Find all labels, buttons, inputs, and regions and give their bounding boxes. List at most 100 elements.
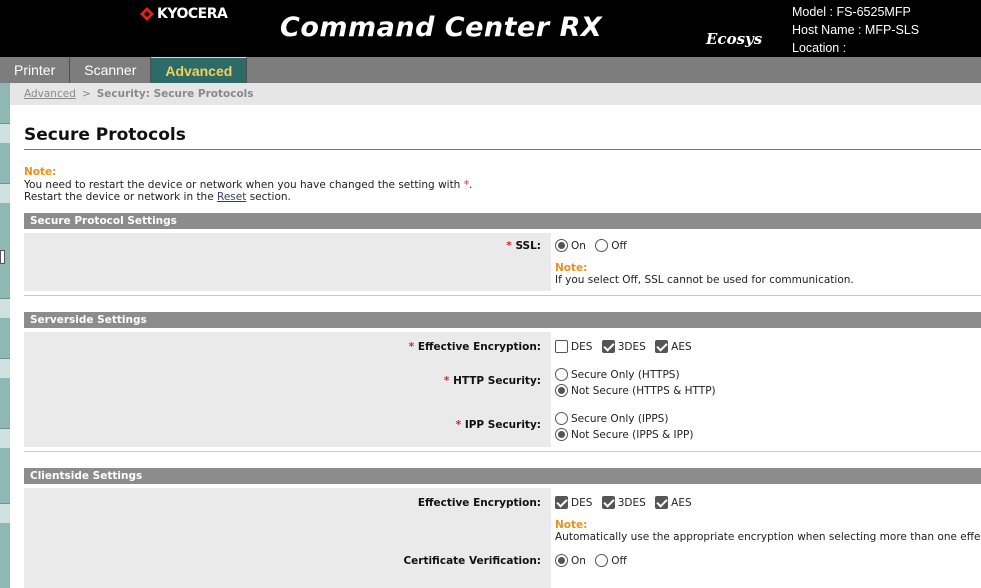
radio-selected-icon — [555, 239, 568, 252]
radio-unselected-icon — [555, 412, 568, 425]
ssl-off-radio[interactable]: Off — [595, 239, 627, 252]
ecosys-logo: Ecosys — [706, 30, 763, 48]
ipp-secure-only-label: Secure Only (IPPS) — [571, 412, 669, 425]
side-nav-item[interactable] — [0, 503, 10, 523]
checkbox-checked-icon — [655, 340, 669, 353]
required-mark: * — [455, 419, 462, 431]
http-not-secure-label: Not Secure (HTTPS & HTTP) — [571, 384, 716, 397]
tab-advanced[interactable]: Advanced — [151, 57, 248, 83]
ssl-label-text: SSL: — [515, 240, 541, 252]
ipp-security-label-text: IPP Security: — [464, 419, 541, 431]
side-nav-item[interactable] — [0, 123, 10, 143]
side-nav-handle[interactable] — [0, 250, 5, 264]
title-divider — [24, 149, 981, 150]
server-des-checkbox[interactable]: DES — [555, 340, 592, 353]
required-mark: * — [443, 375, 450, 387]
ssl-note-text: If you select Off, SSL cannot be used fo… — [555, 274, 854, 286]
cert-on-label: On — [571, 554, 586, 567]
ssl-off-label: Off — [611, 239, 627, 252]
client-note-label: Note: — [555, 519, 588, 531]
client-des-checkbox[interactable]: DES — [555, 496, 592, 509]
http-not-secure-radio[interactable]: Not Secure (HTTPS & HTTP) — [555, 384, 716, 397]
ipp-secure-only-radio[interactable]: Secure Only (IPPS) — [555, 412, 693, 425]
radio-selected-icon — [555, 554, 568, 567]
required-mark: * — [506, 240, 512, 252]
required-mark: * — [408, 341, 415, 353]
tab-printer[interactable]: Printer — [0, 57, 71, 83]
checkbox-checked-icon — [555, 496, 568, 509]
serverside-label-cell: * Effective Encryption: * HTTP Security:… — [24, 332, 551, 447]
http-security-options: Secure Only (HTTPS) Not Secure (HTTPS & … — [555, 368, 722, 397]
radio-selected-icon — [555, 384, 568, 397]
note-text: You need to restart the device or networ… — [24, 178, 461, 191]
main-tabs: Printer Scanner Advanced — [0, 57, 981, 83]
client-encryption-label: Effective Encryption: — [417, 497, 541, 509]
http-security-label-text: HTTP Security: — [453, 375, 541, 387]
ssl-label: * SSL: — [506, 240, 541, 252]
server-des-label: DES — [571, 340, 593, 353]
reset-link[interactable]: Reset — [217, 191, 246, 203]
ssl-on-radio[interactable]: On — [555, 239, 586, 252]
kyocera-mark-icon — [140, 7, 154, 21]
server-encryption-options: DES 3DES AES — [555, 340, 698, 356]
client-aes-checkbox[interactable]: AES — [655, 496, 692, 509]
radio-unselected-icon — [555, 368, 568, 381]
section-header-serverside: Serverside Settings — [24, 312, 981, 328]
section-header-clientside: Clientside Settings — [24, 468, 981, 484]
client-3des-checkbox[interactable]: 3DES — [601, 496, 646, 509]
device-host-name: Host Name : MFP-SLS — [792, 23, 920, 37]
radio-unselected-icon — [595, 554, 609, 567]
server-aes-label: AES — [671, 340, 692, 353]
client-aes-label: AES — [671, 496, 692, 509]
device-info: Model : FS-6525MFP Host Name : MFP-SLS L… — [792, 3, 919, 57]
side-nav-item[interactable] — [0, 358, 10, 378]
radio-unselected-icon — [595, 239, 609, 252]
cert-off-label: Off — [611, 554, 627, 567]
note-text-3: section. — [249, 191, 291, 203]
page-title: Secure Protocols — [24, 125, 186, 145]
ipp-security-label: * IPP Security: — [456, 419, 541, 431]
http-secure-only-radio[interactable]: Secure Only (HTTPS) — [555, 368, 716, 381]
client-des-label: DES — [571, 496, 593, 509]
server-aes-checkbox[interactable]: AES — [655, 340, 692, 353]
section-divider — [24, 451, 981, 452]
product-title: Command Center RX — [280, 12, 603, 43]
ssl-on-label: On — [571, 239, 586, 252]
breadcrumb: Advanced > Security: Secure Protocols — [10, 83, 981, 105]
clientside-label-cell: Effective Encryption: Certificate Verifi… — [24, 488, 551, 588]
server-3des-label: 3DES — [617, 340, 646, 353]
side-nav-item[interactable] — [0, 298, 10, 318]
restart-note: Note: You need to restart the device or … — [24, 166, 472, 204]
radio-selected-icon — [555, 428, 568, 441]
ssl-note-label: Note: — [555, 262, 588, 274]
device-location: Location : — [792, 41, 847, 55]
ssl-options: On Off Note: If you select Off, SSL cann… — [555, 239, 854, 286]
ipp-security-options: Secure Only (IPPS) Not Secure (IPPS & IP… — [555, 412, 699, 441]
checkbox-checked-icon — [655, 496, 669, 509]
side-nav-item[interactable] — [0, 428, 10, 448]
server-3des-checkbox[interactable]: 3DES — [601, 340, 646, 353]
certificate-verification-options: On Off — [555, 554, 633, 570]
note-label: Note: — [24, 166, 57, 178]
client-3des-label: 3DES — [617, 496, 646, 509]
ssl-note: Note: If you select Off, SSL cannot be u… — [555, 262, 854, 286]
checkbox-checked-icon — [601, 496, 615, 509]
breadcrumb-separator: > — [81, 88, 91, 100]
ssl-label-cell: * SSL: — [24, 233, 551, 291]
cert-on-radio[interactable]: On — [555, 554, 586, 567]
header-bar: KYOCERA Command Center RX Ecosys Model :… — [0, 0, 981, 57]
side-nav-item[interactable] — [0, 183, 10, 203]
note-text-2: Restart the device or network in the — [24, 191, 214, 203]
server-encryption-label-text: Effective Encryption: — [417, 341, 541, 353]
cert-off-radio[interactable]: Off — [595, 554, 627, 567]
checkbox-unchecked-icon — [555, 340, 568, 353]
http-security-label: * HTTP Security: — [444, 375, 541, 387]
certificate-verification-label: Certificate Verification: — [403, 555, 541, 567]
breadcrumb-advanced-link[interactable]: Advanced — [24, 88, 76, 100]
breadcrumb-current: Security: Secure Protocols — [96, 88, 254, 100]
ipp-not-secure-radio[interactable]: Not Secure (IPPS & IPP) — [555, 428, 693, 441]
client-encryption-note: Note: Automatically use the appropriate … — [555, 519, 981, 543]
section-divider — [24, 295, 981, 296]
tab-scanner[interactable]: Scanner — [70, 57, 152, 83]
section-header-secure-protocol: Secure Protocol Settings — [24, 213, 981, 229]
